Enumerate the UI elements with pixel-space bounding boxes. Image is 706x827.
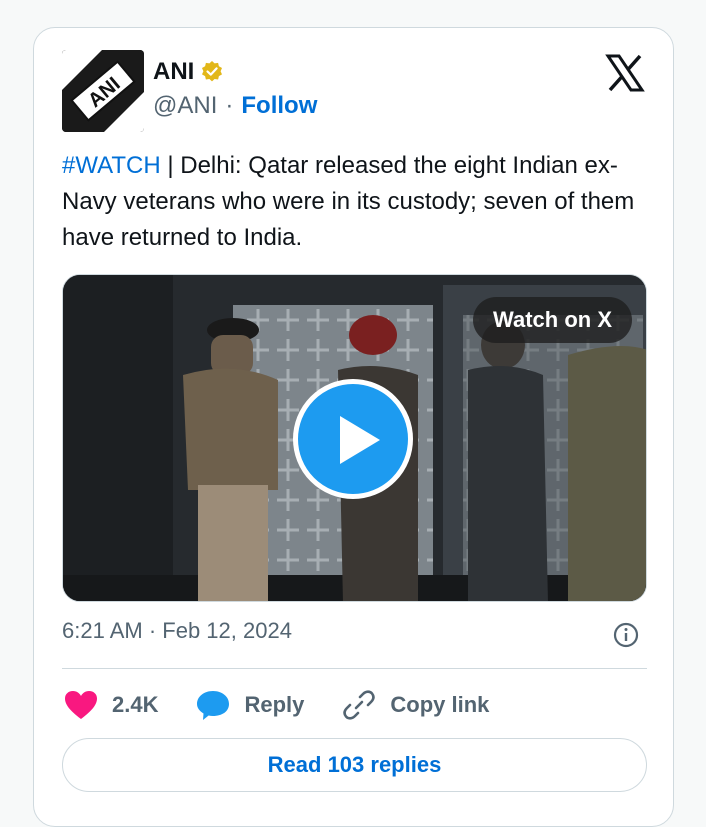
play-icon [340,416,380,464]
tweet-timestamp[interactable]: 6:21 AM · Feb 12, 2024 [62,618,292,644]
read-replies-button[interactable]: Read 103 replies [62,738,647,792]
info-icon[interactable] [613,622,639,648]
link-icon [343,690,376,720]
follow-button[interactable]: Follow [241,92,317,120]
hashtag-link[interactable]: #WATCH [62,152,161,179]
copy-link-button[interactable]: Copy link [342,688,489,722]
heart-icon [65,691,97,719]
copy-link-label: Copy link [390,692,490,717]
author-avatar[interactable]: ANI [62,50,144,132]
like-count: 2.4K [112,692,159,717]
reply-icon [197,691,230,720]
reply-label: Reply [244,692,305,717]
video-media[interactable]: Watch on X [62,274,647,602]
author-name-row: ANI [153,58,224,86]
watch-on-x-button[interactable]: Watch on X [473,297,632,343]
divider [62,668,647,669]
x-logo-icon[interactable] [605,53,645,93]
tweet-embed-card: ANI ANI @ANI · Follow #WATCH | Delhi: Qa… [33,27,674,827]
separator-dot: · [225,92,234,119]
verified-badge-icon [202,61,223,82]
play-button[interactable] [293,379,413,499]
ani-logo: ANI [62,50,144,132]
author-name[interactable]: ANI [153,58,194,86]
like-button[interactable]: 2.4K [64,690,158,720]
action-bar: 2.4K Reply Copy link [64,688,527,722]
tweet-text: #WATCH | Delhi: Qatar released the eight… [62,148,652,256]
author-handle-row: @ANI · Follow [153,92,317,120]
author-handle[interactable]: @ANI [153,92,217,120]
reply-button[interactable]: Reply [196,689,304,721]
